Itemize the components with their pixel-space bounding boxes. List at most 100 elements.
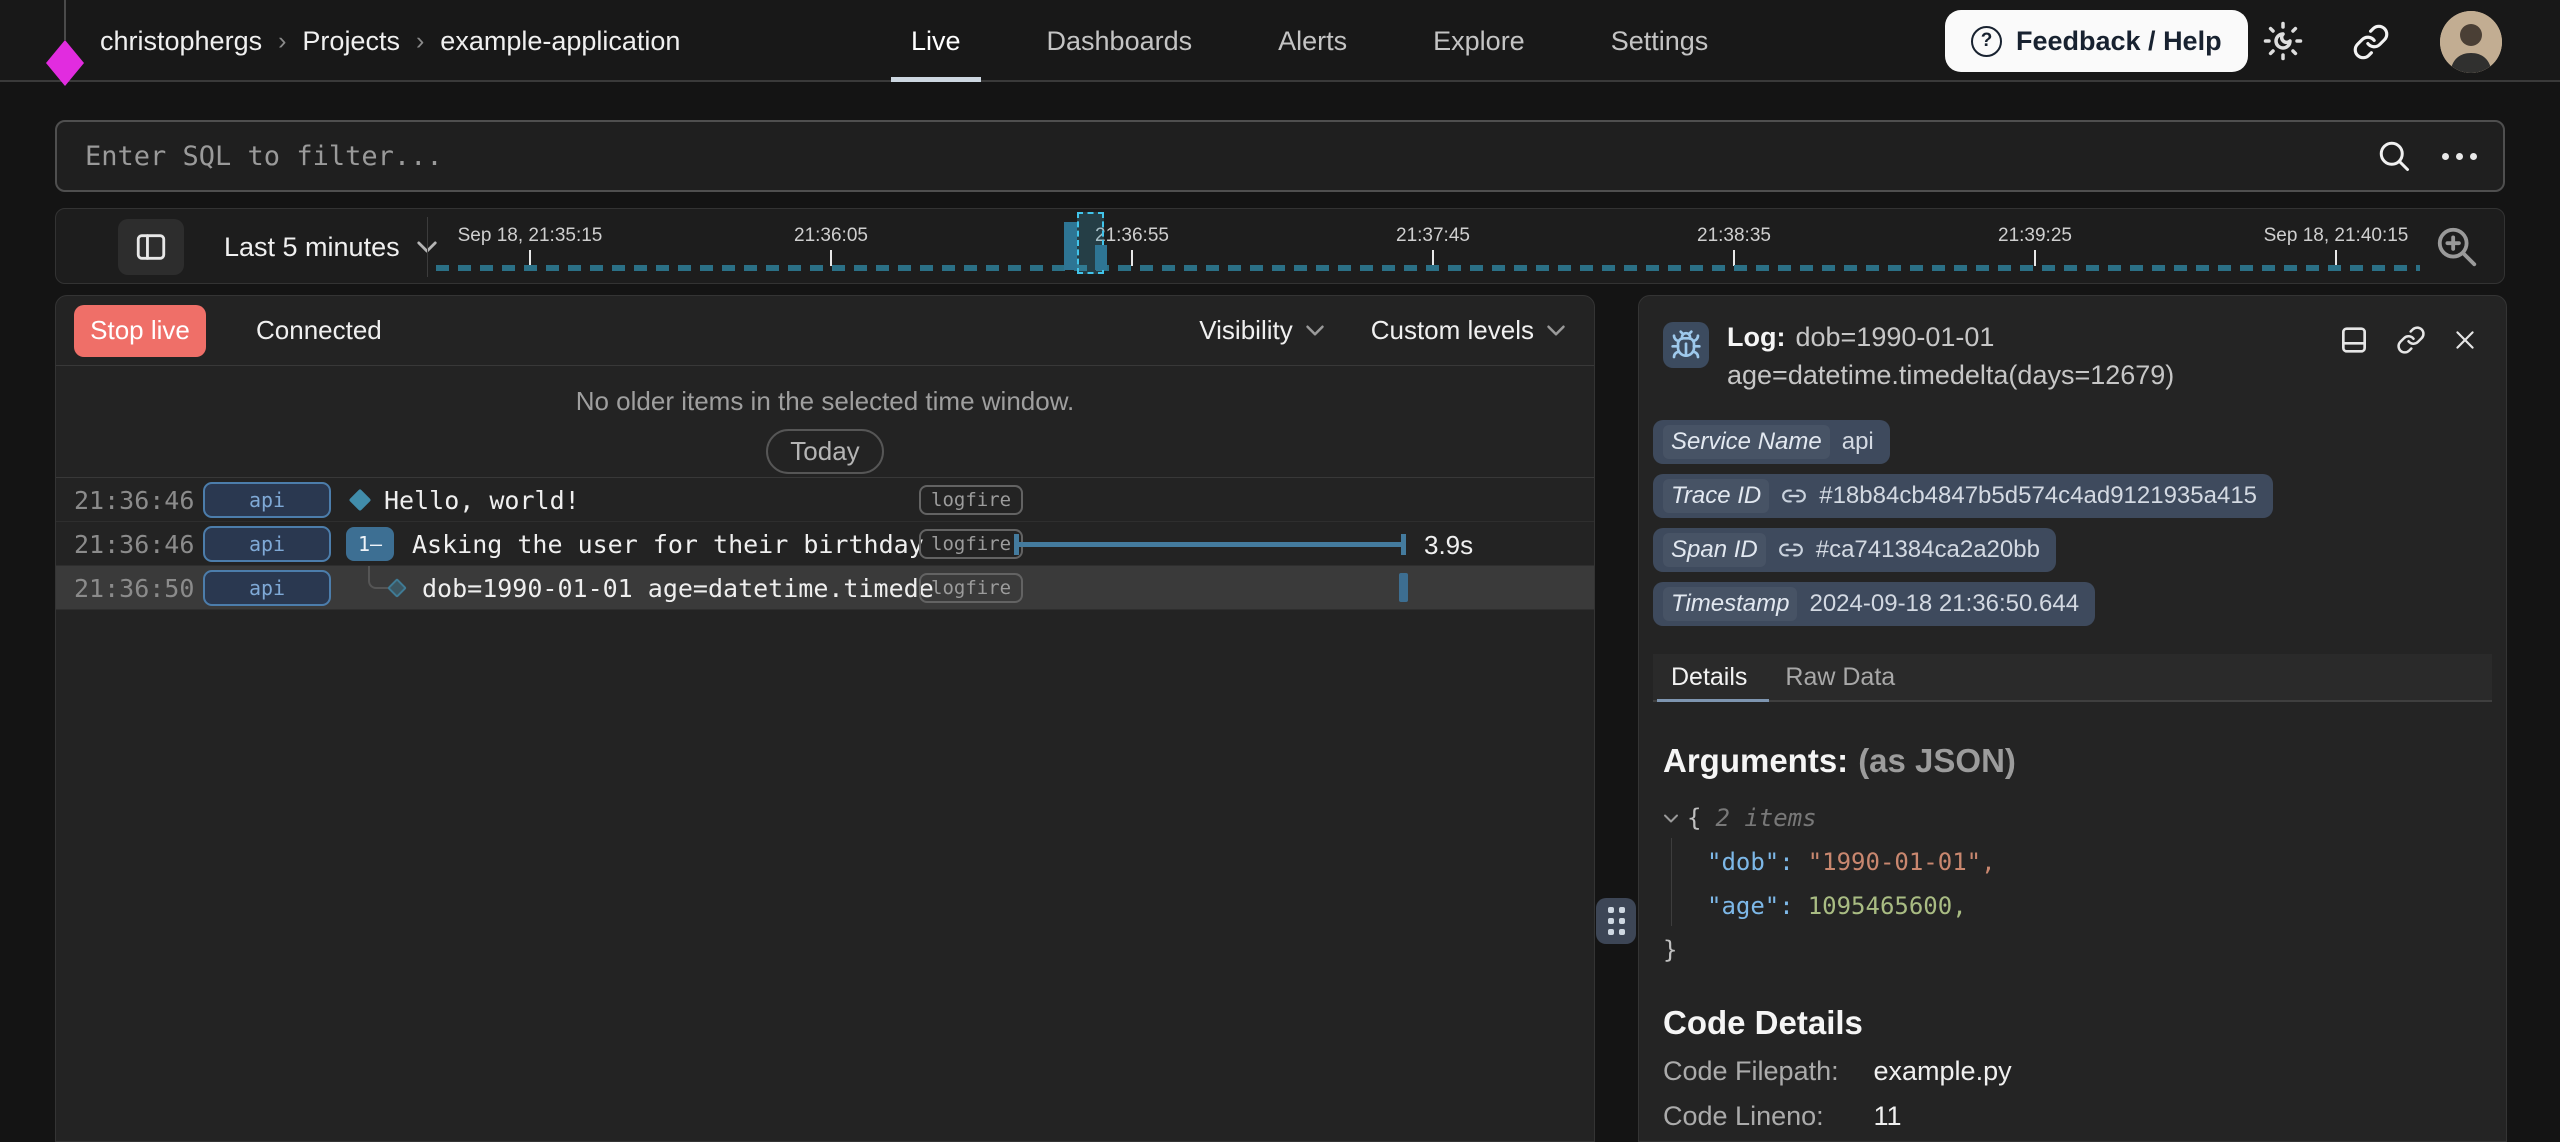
live-log-panel: Stop live Connected Visibility Custom le… bbox=[55, 295, 1595, 1142]
trace-id-chip[interactable]: Trace ID #18b84cb4847b5d574c4ad9121935a4… bbox=[1653, 474, 2273, 518]
stop-live-button[interactable]: Stop live bbox=[74, 305, 206, 357]
sql-filter-bar bbox=[55, 120, 2505, 192]
log-message: Hello, world! bbox=[384, 486, 580, 515]
service-tag-chip[interactable]: api bbox=[203, 482, 331, 518]
share-link-icon[interactable] bbox=[2352, 23, 2390, 61]
histogram-bar[interactable] bbox=[1064, 222, 1077, 270]
code-lineno-value: 11 bbox=[1874, 1101, 1902, 1131]
tab-settings[interactable]: Settings bbox=[1605, 0, 1715, 82]
log-message: Asking the user for their birthday bbox=[412, 530, 924, 559]
breadcrumb-project[interactable]: example-application bbox=[440, 26, 680, 57]
log-message: dob=1990-01-01 age=datetime.timede bbox=[422, 574, 934, 603]
empty-state-message: No older items in the selected time wind… bbox=[576, 386, 1075, 417]
code-lineno-label: Code Lineno: bbox=[1663, 1101, 1866, 1132]
json-value: "1990-01-01", bbox=[1808, 848, 1996, 876]
code-filepath-value: example.py bbox=[1874, 1056, 2012, 1086]
breadcrumb: christophergs › Projects › example-appli… bbox=[100, 0, 680, 82]
log-time-marker bbox=[1399, 573, 1408, 602]
sql-filter-input[interactable] bbox=[57, 122, 2337, 190]
tab-dashboards[interactable]: Dashboards bbox=[1041, 0, 1199, 82]
service-name-label: Service Name bbox=[1663, 425, 1830, 459]
log-row[interactable]: 21:36:50 api dob=1990-01-01 age=datetime… bbox=[56, 566, 1594, 610]
span-duration-bar bbox=[1014, 522, 1406, 566]
span-id-value: #ca741384ca2a20bb bbox=[1816, 536, 2040, 564]
logo-stem bbox=[64, 0, 66, 40]
timeline-tick-mark bbox=[830, 250, 832, 266]
zoom-in-icon[interactable] bbox=[2434, 224, 2480, 270]
breadcrumb-org[interactable]: christophergs bbox=[100, 26, 262, 57]
top-bar: christophergs › Projects › example-appli… bbox=[0, 0, 2560, 82]
span-id-label: Span ID bbox=[1663, 533, 1766, 567]
tab-details[interactable]: Details bbox=[1671, 654, 1747, 700]
json-entry: "dob": "1990-01-01", bbox=[1663, 840, 2492, 884]
trace-id-value: #18b84cb4847b5d574c4ad9121935a415 bbox=[1819, 482, 2257, 510]
connection-status: Connected bbox=[256, 315, 382, 346]
code-filepath-row: Code Filepath: example.py bbox=[1653, 1056, 2492, 1087]
timestamp-chip[interactable]: Timestamp 2024-09-18 21:36:50.644 bbox=[1653, 582, 2095, 626]
live-log-header: Stop live Connected Visibility Custom le… bbox=[56, 296, 1594, 366]
timeline-tick-label: 21:36:55 bbox=[1095, 225, 1169, 247]
json-close-brace: } bbox=[1663, 936, 1677, 964]
timeline-divider bbox=[427, 217, 428, 277]
log-time: 21:36:46 bbox=[74, 486, 194, 515]
custom-levels-dropdown[interactable]: Custom levels bbox=[1371, 315, 1566, 346]
visibility-label: Visibility bbox=[1199, 315, 1292, 346]
tab-raw-data[interactable]: Raw Data bbox=[1785, 654, 1895, 700]
more-options-icon[interactable] bbox=[2442, 153, 2477, 160]
timeline-activity-baseline bbox=[436, 265, 2420, 271]
log-time: 21:36:46 bbox=[74, 530, 194, 559]
timeline-tick-label: 21:37:45 bbox=[1396, 225, 1470, 247]
today-button[interactable]: Today bbox=[766, 429, 883, 474]
service-tag-chip[interactable]: api bbox=[203, 526, 331, 562]
json-key: "age": bbox=[1707, 892, 1794, 920]
custom-levels-label: Custom levels bbox=[1371, 315, 1534, 346]
collapse-chevron-icon[interactable] bbox=[1663, 813, 1679, 824]
sidebar-toggle-icon[interactable] bbox=[118, 219, 184, 275]
json-value: 1095465600, bbox=[1808, 892, 1967, 920]
logfire-logo-icon[interactable] bbox=[46, 40, 84, 86]
span-id-chip[interactable]: Span ID #ca741384ca2a20bb bbox=[1653, 528, 2056, 572]
theme-toggle-icon[interactable] bbox=[2262, 20, 2304, 62]
scope-chip[interactable]: logfire bbox=[919, 485, 1023, 515]
timeline-tick-mark bbox=[2034, 250, 2036, 266]
histogram-bar[interactable] bbox=[1095, 245, 1107, 270]
user-avatar[interactable] bbox=[2440, 11, 2502, 73]
breadcrumb-section[interactable]: Projects bbox=[302, 26, 400, 57]
feedback-help-button[interactable]: ? Feedback / Help bbox=[1945, 10, 2248, 72]
tab-alerts[interactable]: Alerts bbox=[1272, 0, 1353, 82]
breadcrumb-separator: › bbox=[262, 27, 302, 56]
close-icon[interactable] bbox=[2452, 327, 2478, 353]
attribute-chips: Service Name api Trace ID #18b84cb4847b5… bbox=[1653, 420, 2492, 626]
timestamp-value: 2024-09-18 21:36:50.644 bbox=[1809, 590, 2079, 618]
detail-title-label: Log: bbox=[1727, 322, 1785, 352]
log-time: 21:36:50 bbox=[74, 574, 194, 603]
span-duration-label: 3.9s bbox=[1424, 530, 1473, 561]
code-details-heading: Code Details bbox=[1653, 1004, 2492, 1042]
tab-explore[interactable]: Explore bbox=[1427, 0, 1531, 82]
feedback-help-label: Feedback / Help bbox=[2016, 26, 2222, 57]
log-diamond-icon bbox=[349, 489, 372, 512]
panel-resize-handle[interactable] bbox=[1596, 898, 1636, 944]
dock-panel-icon[interactable] bbox=[2338, 324, 2370, 356]
timeline-tick-label: Sep 18, 21:35:15 bbox=[458, 225, 603, 247]
scope-chip[interactable]: logfire bbox=[919, 529, 1023, 559]
log-row[interactable]: 21:36:46 api Hello, world! logfire bbox=[56, 478, 1594, 522]
tree-connector bbox=[368, 566, 388, 589]
visibility-dropdown[interactable]: Visibility bbox=[1199, 315, 1324, 346]
service-tag-chip[interactable]: api bbox=[203, 570, 331, 606]
time-range-dropdown[interactable]: Last 5 minutes bbox=[224, 209, 438, 285]
help-icon: ? bbox=[1971, 26, 2002, 57]
service-name-chip[interactable]: Service Name api bbox=[1653, 420, 1890, 464]
collapse-children-chip[interactable]: 1– bbox=[346, 527, 394, 561]
log-row[interactable]: 21:36:46 api 1– Asking the user for thei… bbox=[56, 522, 1594, 566]
arguments-heading: Arguments:(as JSON) bbox=[1653, 742, 2492, 780]
timeline-tick-mark bbox=[1432, 250, 1434, 266]
search-icon[interactable] bbox=[2376, 138, 2412, 174]
json-viewer: { 2 items "dob": "1990-01-01", "age": 10… bbox=[1653, 796, 2492, 972]
copy-link-icon[interactable] bbox=[2396, 325, 2426, 355]
timeline-bar: Last 5 minutes Sep 18, 21:35:15 21:36:05… bbox=[55, 208, 2505, 284]
timeline-tick-label: 21:39:25 bbox=[1998, 225, 2072, 247]
code-filepath-label: Code Filepath: bbox=[1663, 1056, 1866, 1087]
scope-chip[interactable]: logfire bbox=[919, 573, 1023, 603]
tab-live[interactable]: Live bbox=[905, 0, 967, 82]
